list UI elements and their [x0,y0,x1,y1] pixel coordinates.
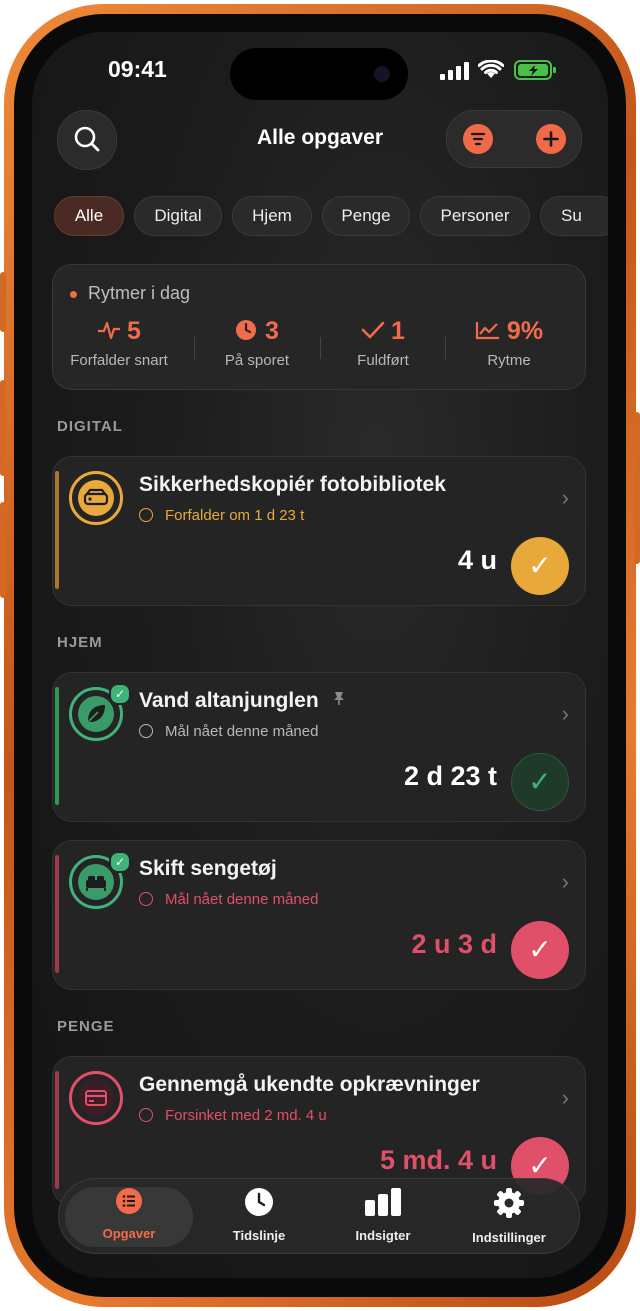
stat-due-soon: 5 Forfalder snart [55,317,183,369]
plus-icon [543,131,559,147]
filter-chip-personer[interactable]: Personer [420,196,530,236]
task-status: Mål nået denne måned [139,723,318,740]
section-header-hjem: HJEM [57,634,103,651]
stat-on-track: 3 På sporet [193,317,321,369]
tab-label: Indsigter [355,1228,411,1243]
list-icon [116,1188,142,1214]
task-status-text: Forfalder om 1 d 23 t [165,507,305,524]
section-header-penge: PENGE [57,1018,115,1035]
task-interval: 5 md. 4 u [379,1145,497,1175]
chevron-right-icon: › [561,701,569,726]
task-name: Sikkerhedskopiér fotobibliotek [139,473,446,496]
dynamic-island [230,48,408,100]
filter-chip-more[interactable]: Su [540,196,608,236]
battery-icon [514,60,558,85]
tab-label: Indstillinger [472,1230,546,1245]
complete-button[interactable]: ✓ [511,537,569,595]
tab-label: Opgaver [102,1226,156,1241]
task-name: Vand altanjunglen [139,689,349,713]
complete-button[interactable]: ✓ [511,753,569,811]
status-dot [70,291,77,298]
status-time: 09:41 [108,56,167,82]
chevron-right-icon: › [561,1085,569,1110]
task-status: Mål nået denne måned [139,891,318,908]
clock-icon [236,320,257,340]
tab-indstillinger[interactable]: Indstillinger [445,1187,573,1247]
stat-value: 3 [265,317,279,345]
task-interval: 2 u 3 d [411,929,497,959]
stat-value: 1 [391,317,405,345]
clock-icon [245,1188,273,1216]
stat-label: Fuldført [357,352,409,369]
complete-button[interactable]: ✓ [511,921,569,979]
task-name-text: Vand altanjunglen [139,689,319,712]
task-card[interactable]: ✓ Vand altanjunglen Mål nået denne måned… [52,672,586,822]
filter-chip-alle[interactable]: Alle [54,196,124,236]
stat-label: På sporet [224,352,290,369]
filter-chip-penge[interactable]: Penge [322,196,410,236]
task-interval: 2 d 23 t [403,761,497,791]
bed-icon [78,864,114,900]
daily-summary-card: Rytmer i dag 5 Forfalder snart 3 På spor… [52,264,586,390]
leaf-icon [78,696,114,732]
clock-icon [139,892,153,906]
stat-value: 9% [506,317,544,345]
tab-opgaver[interactable]: Opgaver [65,1187,193,1247]
stat-label: Forfalder snart [70,352,168,369]
filter-chip-digital[interactable]: Digital [134,196,222,236]
task-status: Forfalder om 1 d 23 t [139,507,304,524]
drive-icon [78,480,114,516]
pulse-icon [98,321,121,340]
clock-icon [139,1108,153,1122]
filter-button[interactable] [463,124,493,154]
stat-value: 5 [127,317,141,345]
stat-label: Rytme [487,352,531,369]
chevron-right-icon: › [561,869,569,894]
pin-icon [333,692,344,705]
task-status-text: Mål nået denne måned [165,891,319,908]
tab-tidslinje[interactable]: Tidslinje [195,1187,323,1247]
task-status-text: Mål nået denne måned [165,723,319,740]
tab-indsigter[interactable]: Indsigter [319,1187,447,1247]
task-status: Forsinket med 2 md. 4 u [139,1107,327,1124]
clock-icon [139,508,153,522]
chevron-right-icon: › [561,485,569,510]
stat-completed: 1 Fuldført [319,317,447,369]
page-title: Alle opgaver [256,126,384,149]
add-task-button[interactable] [536,124,566,154]
summary-title: Rytmer i dag [88,283,191,303]
tab-bar: Opgaver Tidslinje Indsigter Indstillinge… [58,1178,580,1254]
section-header-digital: DIGITAL [57,418,123,435]
filter-icon [470,132,486,146]
tab-label: Tidslinje [232,1228,286,1243]
search-button[interactable] [57,110,117,170]
stat-rhythm: 9% Rytme [445,317,573,369]
check-icon [361,321,385,339]
header-actions [446,110,582,168]
goal-met-badge-icon: ✓ [109,851,131,873]
task-status-text: Forsinket med 2 md. 4 u [165,1107,327,1124]
bar-chart-icon [365,1188,401,1216]
task-card[interactable]: ✓ Skift sengetøj Mål nået denne måned › … [52,840,586,990]
clock-icon [139,724,153,738]
task-name: Gennemgå ukendte opkrævninger [139,1073,480,1096]
filter-chip-hjem[interactable]: Hjem [232,196,312,236]
signal-icon [440,62,470,85]
goal-met-badge-icon: ✓ [109,683,131,705]
task-icon-ring [69,471,123,525]
task-interval: 4 u [457,545,497,575]
task-name: Skift sengetøj [139,857,277,880]
trend-icon [475,322,499,340]
card-icon [78,1080,114,1116]
app-screen: 09:41 Alle opgaver Alle Digital Hjem Pen… [32,32,608,1278]
search-icon [74,126,100,152]
gear-icon [494,1188,524,1218]
task-card[interactable]: Sikkerhedskopiér fotobibliotek Forfalder… [52,456,586,606]
task-icon-ring [69,1071,123,1125]
wifi-icon [477,59,505,85]
